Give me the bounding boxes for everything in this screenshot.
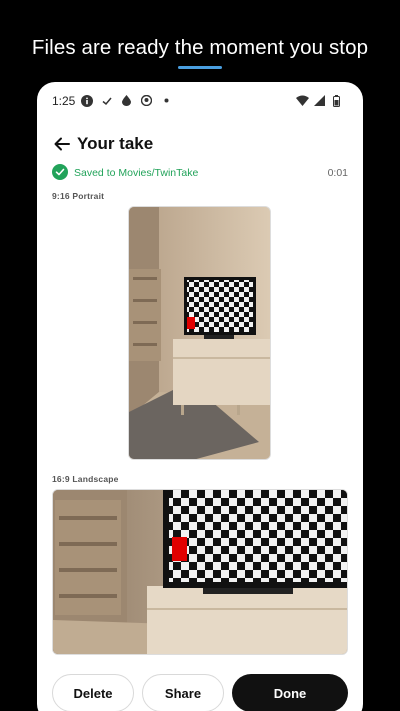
face-icon (140, 94, 153, 107)
check-circle-icon (52, 164, 68, 180)
phone-screen: 1:25 Your take Saved to Movies/TwinTake … (37, 82, 363, 711)
battery-icon (330, 94, 343, 107)
landscape-preview[interactable] (52, 489, 348, 655)
wifi-icon (296, 94, 309, 107)
status-bar: 1:25 (37, 82, 363, 120)
page-title: Your take (77, 134, 154, 153)
delete-button[interactable]: Delete (52, 674, 134, 711)
headline: Files are ready the moment you stop (31, 36, 369, 59)
drop-icon (120, 94, 133, 107)
saved-message: Saved to Movies/TwinTake (74, 167, 199, 179)
action-bar: Delete Share Done (52, 674, 348, 711)
portrait-preview[interactable] (128, 206, 271, 460)
back-arrow-icon[interactable] (51, 133, 73, 155)
landscape-label: 16:9 Landscape (52, 474, 119, 484)
signal-icon (313, 94, 326, 107)
dot-icon (160, 94, 173, 107)
check-icon (100, 94, 113, 107)
saved-status: Saved to Movies/TwinTake 0:01 (52, 164, 348, 182)
portrait-label: 9:16 Portrait (52, 191, 105, 201)
done-button[interactable]: Done (232, 674, 348, 711)
share-button[interactable]: Share (142, 674, 224, 711)
headline-underline (178, 66, 222, 69)
status-time: 1:25 (52, 94, 76, 108)
video-duration: 0:01 (327, 167, 348, 179)
app-bar: Your take (37, 130, 363, 158)
info-icon (80, 94, 93, 107)
